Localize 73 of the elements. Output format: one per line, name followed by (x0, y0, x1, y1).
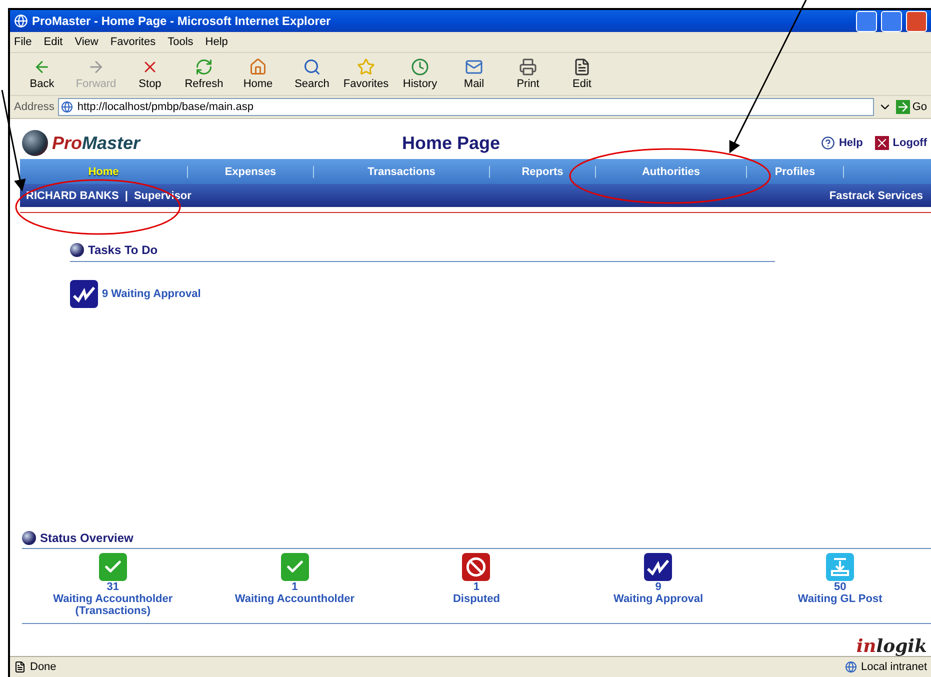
status-count: 1 (292, 581, 298, 593)
approval-icon (70, 280, 98, 308)
toolbar-button[interactable]: Mail (450, 58, 498, 90)
toolbar-button[interactable]: Favorites (342, 58, 390, 90)
status-link[interactable]: Waiting GL Post (798, 593, 882, 605)
mail-icon (465, 58, 483, 76)
nav-tab[interactable]: Expenses (188, 166, 314, 178)
status-count: 9 (655, 581, 662, 593)
status-count: 31 (106, 581, 120, 593)
separator: | (124, 190, 128, 202)
search-icon (303, 58, 321, 76)
address-label: Address (14, 101, 54, 113)
status-count: 1 (473, 581, 480, 593)
section-heading: Status Overview (40, 531, 134, 545)
logo: ProMaster (22, 130, 402, 156)
check-icon (280, 553, 309, 581)
globe-icon (70, 243, 84, 257)
zone-text: Local intranet (860, 661, 927, 673)
refresh-icon (195, 58, 213, 76)
toolbar-button[interactable]: Home (234, 58, 282, 90)
toolbar-button[interactable]: Edit (558, 58, 606, 90)
address-field[interactable]: http://localhost/pmbp/base/main.asp (58, 98, 874, 116)
minimize-button[interactable] (856, 10, 877, 32)
fastrack-link[interactable]: Fastrack Services (829, 190, 923, 202)
menu-item[interactable]: Favorites (110, 36, 156, 48)
globe-icon (22, 531, 36, 545)
tray-icon (826, 553, 854, 581)
toolbar-button[interactable]: Stop (126, 58, 174, 90)
window-title: ProMaster - Home Page - Microsoft Internet Explorer (32, 14, 332, 28)
status-link[interactable]: Disputed (452, 593, 500, 605)
help-icon (820, 136, 835, 150)
forward-icon (87, 58, 105, 76)
toolbar-button[interactable]: Search (288, 58, 336, 90)
edit-icon (573, 58, 591, 76)
home-icon (249, 58, 267, 76)
print-icon (519, 58, 537, 76)
menu-item[interactable]: Tools (168, 36, 194, 48)
status-link[interactable]: Waiting Accountholder (Transactions) (53, 593, 173, 617)
toolbar-button[interactable]: Print (504, 58, 552, 90)
menu-item[interactable]: View (74, 36, 98, 48)
close-icon (874, 136, 889, 150)
user-name: RICHARD BANKS (26, 190, 119, 202)
close-button[interactable] (906, 10, 927, 32)
logoff-link[interactable]: Logoff (874, 136, 927, 150)
nav-tab[interactable]: Reports (490, 166, 596, 178)
help-link[interactable]: Help (820, 136, 863, 150)
approval-icon (644, 553, 672, 581)
nav-tab[interactable]: Transactions (314, 166, 490, 178)
brand-logo: inlogik (856, 638, 927, 656)
status-count: 50 (834, 581, 846, 593)
menu-item[interactable]: Edit (44, 36, 63, 48)
check-icon (98, 553, 127, 581)
go-button[interactable]: Go (896, 100, 927, 114)
toolbar-button[interactable]: Back (18, 58, 66, 90)
status-text: Done (30, 661, 58, 673)
toolbar-button[interactable]: Refresh (180, 58, 228, 90)
nav-tab[interactable]: Profiles (747, 166, 844, 178)
section-heading: Tasks To Do (88, 243, 158, 257)
intranet-icon (844, 661, 857, 673)
menu-item[interactable]: Help (205, 36, 228, 48)
back-icon (33, 58, 51, 76)
toolbar-button[interactable]: History (396, 58, 444, 90)
menu-item[interactable]: File (14, 36, 32, 48)
prohibited-icon (462, 553, 490, 581)
history-icon (411, 58, 429, 76)
task-link[interactable]: 9 Waiting Approval (102, 288, 201, 300)
status-link[interactable]: Waiting Accountholder (234, 593, 354, 605)
maximize-button[interactable] (881, 10, 902, 32)
nav-tab[interactable]: Authorities (596, 166, 747, 178)
page-title: Home Page (402, 132, 502, 154)
favorites-icon (357, 58, 375, 76)
browser-icon (14, 14, 28, 28)
status-link[interactable]: Waiting Approval (613, 593, 704, 605)
